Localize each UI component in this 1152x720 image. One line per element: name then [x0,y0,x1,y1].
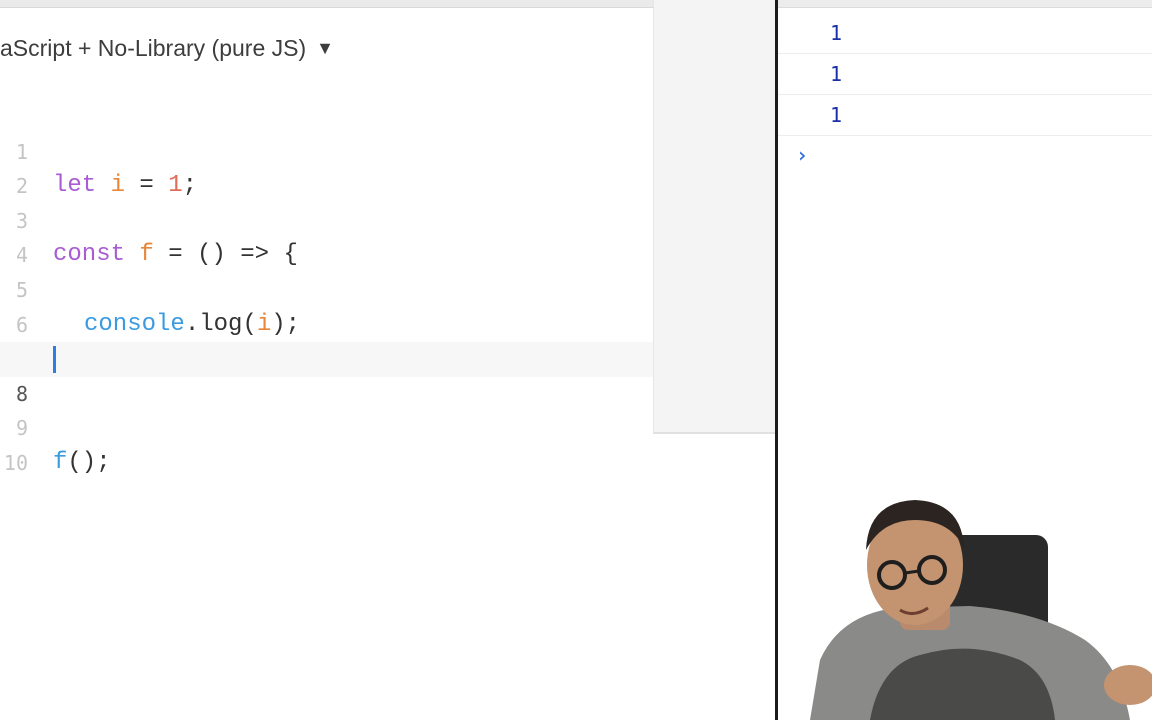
code-area[interactable]: 1 let i = 1; 2 3 const f = () => { 4 5 c… [0,100,653,476]
code-line-10: 10 [0,411,653,475]
code-line-8-active: 8 [0,342,653,406]
code-line-6: 6 } [0,273,653,373]
code-line-5: 5 console.log(i); [0,238,653,338]
presenter-webcam-image [810,500,1152,720]
editor-top-border [0,0,653,8]
console-top-border [778,0,1152,8]
code-line-2: 2 [0,135,653,198]
result-frame [653,0,776,434]
code-line-9: 9 f(); [0,377,653,476]
dropdown-arrow-icon: ▼ [316,37,334,58]
code-line-3: 3 const f = () => { [0,169,653,269]
code-editor-panel: aScript + No-Library (pure JS) ▼ 1 let i… [0,0,653,720]
code-line-4: 4 [0,204,653,267]
console-log-value: 1 [830,62,843,86]
language-label: aScript + No-Library (pure JS) [0,34,307,61]
console-log-row: 1 [778,95,1152,136]
console-log-value: 1 [830,21,843,45]
text-cursor [53,346,56,374]
console-prompt-icon[interactable]: › [796,143,808,167]
console-log-row: 1 [778,13,1152,54]
code-line-7: 7 [0,308,653,371]
console-log-value: 1 [830,103,843,127]
line-number: 10 [3,450,28,475]
language-selector[interactable]: aScript + No-Library (pure JS) ▼ [0,33,334,63]
output-panel [653,0,776,720]
console-log-row: 1 [778,54,1152,95]
code-line-1: 1 let i = 1; [0,100,653,200]
